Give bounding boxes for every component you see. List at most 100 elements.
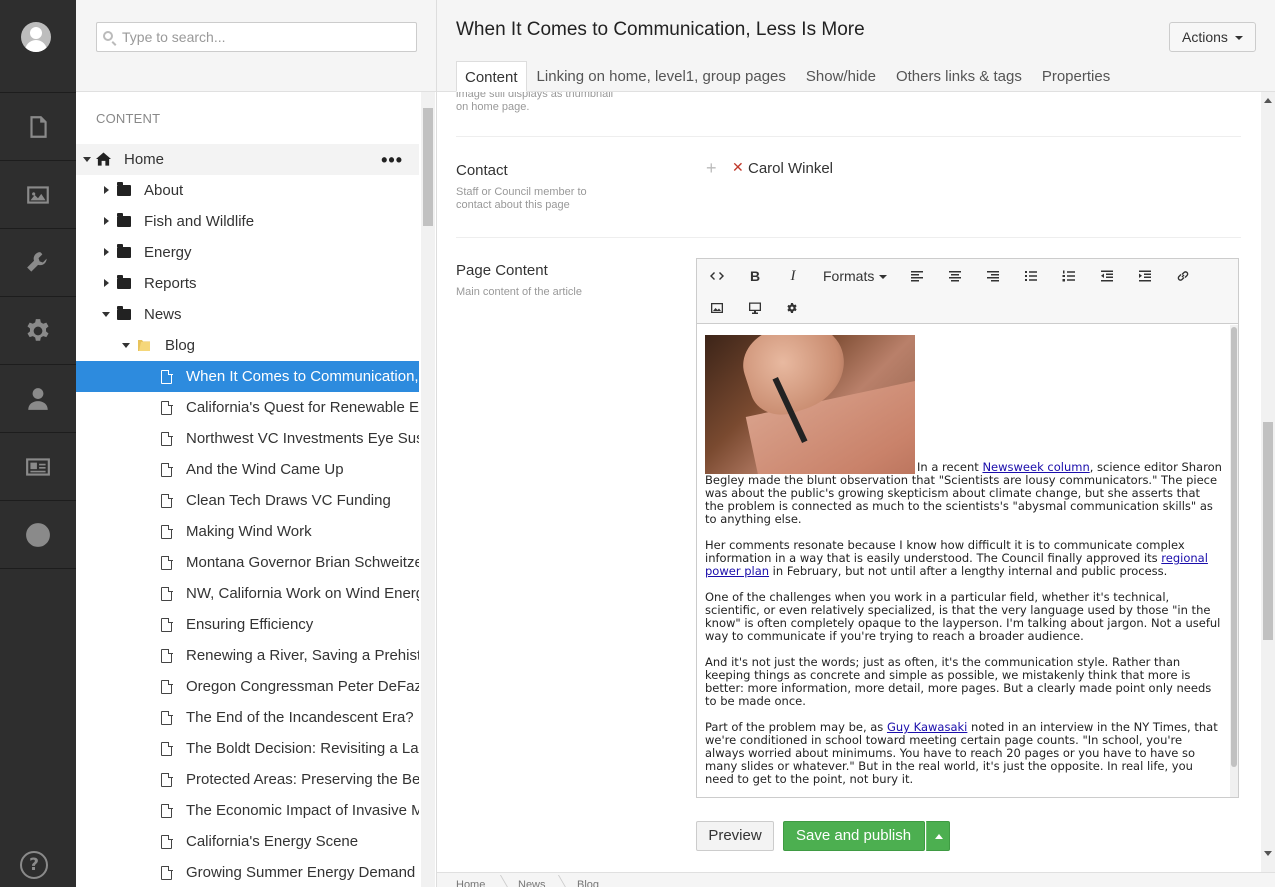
breadcrumb-news[interactable]: News bbox=[518, 879, 546, 887]
document-icon bbox=[161, 679, 173, 694]
insert-macro-button[interactable] bbox=[778, 295, 808, 321]
chevron-right-icon[interactable] bbox=[104, 279, 109, 287]
tree-item-folder[interactable]: Fish and Wildlife bbox=[76, 206, 419, 237]
tree-item-page[interactable]: California's Quest for Renewable Energy bbox=[76, 392, 419, 423]
nav-settings[interactable] bbox=[0, 296, 76, 364]
tab-others-links[interactable]: Others links & tags bbox=[886, 61, 1032, 92]
guy-kawasaki-link[interactable]: Guy Kawasaki bbox=[887, 720, 967, 734]
tree-item-page[interactable]: The Boldt Decision: Revisiting a Landmar… bbox=[76, 733, 419, 764]
tree-item-page[interactable]: Oregon Congressman Peter DeFazio bbox=[76, 671, 419, 702]
bold-button[interactable]: B bbox=[740, 263, 770, 289]
chevron-down-icon[interactable] bbox=[102, 312, 110, 317]
nav-users[interactable] bbox=[0, 364, 76, 432]
insert-image-button[interactable] bbox=[702, 295, 732, 321]
scrollbar-thumb[interactable] bbox=[423, 108, 433, 226]
tree-scrollbar[interactable] bbox=[421, 92, 435, 887]
save-and-publish-button[interactable]: Save and publish bbox=[783, 821, 925, 851]
tree-item-page[interactable]: Ensuring Efficiency bbox=[76, 609, 419, 640]
breadcrumb-home[interactable]: Home bbox=[456, 879, 485, 887]
tree-item-page[interactable]: Protected Areas: Preserving the Best bbox=[76, 764, 419, 795]
avatar[interactable] bbox=[21, 22, 51, 52]
main-scrollbar[interactable] bbox=[1261, 92, 1275, 872]
scrollbar-thumb[interactable] bbox=[1263, 422, 1273, 640]
align-center-button[interactable] bbox=[940, 263, 970, 289]
tree-item-folder[interactable]: Energy bbox=[76, 237, 419, 268]
images-icon bbox=[27, 185, 49, 204]
remove-icon[interactable]: ✕ bbox=[732, 159, 744, 176]
insert-media-button[interactable] bbox=[740, 295, 770, 321]
more-options-icon[interactable]: ••• bbox=[381, 150, 403, 171]
scrollbar-thumb[interactable] bbox=[1231, 327, 1237, 767]
help-icon[interactable]: ? bbox=[20, 851, 48, 879]
scroll-up-icon[interactable] bbox=[1264, 98, 1272, 103]
tree-item-folder[interactable]: About bbox=[76, 175, 419, 206]
tree-item-folder[interactable]: Reports bbox=[76, 268, 419, 299]
scroll-down-icon[interactable] bbox=[1264, 851, 1272, 856]
actions-button[interactable]: Actions bbox=[1169, 22, 1256, 52]
search-input[interactable]: Type to search... bbox=[96, 22, 417, 52]
add-icon[interactable]: + bbox=[706, 158, 717, 179]
tree-item-page[interactable]: Clean Tech Draws VC Funding bbox=[76, 485, 419, 516]
document-icon bbox=[161, 803, 173, 818]
tree-item-label: Blog bbox=[165, 337, 196, 354]
chevron-right-icon[interactable] bbox=[104, 248, 109, 256]
nav-developer[interactable] bbox=[0, 228, 76, 296]
document-icon bbox=[161, 400, 173, 415]
tab-properties[interactable]: Properties bbox=[1032, 61, 1120, 92]
chevron-down-icon[interactable] bbox=[83, 157, 91, 162]
tab-linking[interactable]: Linking on home, level1, group pages bbox=[527, 61, 796, 92]
tree-item-label: Protected Areas: Preserving the Best bbox=[186, 771, 419, 788]
page-title: When It Comes to Communication, Less Is … bbox=[456, 19, 865, 40]
tree-item-page[interactable]: NW, California Work on Wind Energy bbox=[76, 578, 419, 609]
nav-media[interactable] bbox=[0, 160, 76, 228]
tree-item-page[interactable]: Growing Summer Energy Demand bbox=[76, 857, 419, 887]
chevron-down-icon[interactable] bbox=[122, 343, 130, 348]
chevron-right-icon[interactable] bbox=[104, 217, 109, 225]
tree-item-selected-page[interactable]: When It Comes to Communication, Less Is … bbox=[76, 361, 419, 392]
align-left-button[interactable] bbox=[902, 263, 932, 289]
source-code-button[interactable] bbox=[702, 263, 732, 289]
formats-dropdown[interactable]: Formats bbox=[815, 263, 895, 289]
tree-item-label: Oregon Congressman Peter DeFazio bbox=[186, 678, 419, 695]
tree-item-page[interactable]: Renewing a River, Saving a Prehistoric bbox=[76, 640, 419, 671]
outdent-icon bbox=[1101, 270, 1113, 282]
editor-scrollbar[interactable] bbox=[1230, 325, 1238, 797]
contact-label: Contact bbox=[456, 162, 508, 179]
tab-content[interactable]: Content bbox=[456, 61, 527, 92]
preview-button[interactable]: Preview bbox=[696, 821, 774, 851]
breadcrumb-separator bbox=[548, 875, 568, 887]
align-right-button[interactable] bbox=[978, 263, 1008, 289]
tree-item-label: The Economic Impact of Invasive Mussels bbox=[186, 802, 419, 819]
article-image[interactable] bbox=[705, 335, 915, 474]
editor-body[interactable]: In a recent Newsweek column, science edi… bbox=[697, 325, 1230, 797]
tree-item-page[interactable]: Making Wind Work bbox=[76, 516, 419, 547]
tree-item-page[interactable]: Montana Governor Brian Schweitzer bbox=[76, 547, 419, 578]
insert-link-button[interactable] bbox=[1168, 263, 1198, 289]
tree-item-folder[interactable]: News bbox=[76, 299, 419, 330]
nav-translation[interactable] bbox=[0, 500, 76, 568]
bullet-list-button[interactable] bbox=[1016, 263, 1046, 289]
numbered-list-button[interactable] bbox=[1054, 263, 1084, 289]
indent-button[interactable] bbox=[1130, 263, 1160, 289]
publish-options-button[interactable] bbox=[926, 821, 950, 851]
tree-item-page[interactable]: The Economic Impact of Invasive Mussels bbox=[76, 795, 419, 826]
breadcrumb-blog[interactable]: Blog bbox=[577, 879, 599, 887]
nav-members[interactable] bbox=[0, 432, 76, 500]
field-description: image still displays as thumbnail on hom… bbox=[456, 92, 614, 113]
outdent-button[interactable] bbox=[1092, 263, 1122, 289]
tree-item-page[interactable]: Northwest VC Investments Eye Sustainabil… bbox=[76, 423, 419, 454]
newsweek-link[interactable]: Newsweek column bbox=[982, 460, 1089, 474]
tree-item-label: California's Energy Scene bbox=[186, 833, 359, 850]
avatar-body bbox=[25, 40, 47, 52]
tree-item-page[interactable]: The End of the Incandescent Era? bbox=[76, 702, 419, 733]
tree-item-page[interactable]: And the Wind Came Up bbox=[76, 454, 419, 485]
tree-item-page[interactable]: California's Energy Scene bbox=[76, 826, 419, 857]
nav-content[interactable] bbox=[0, 92, 76, 160]
tab-show-hide[interactable]: Show/hide bbox=[796, 61, 886, 92]
tree-item-blog[interactable]: Blog bbox=[76, 330, 419, 361]
tree-item-label: And the Wind Came Up bbox=[186, 461, 344, 478]
tree-item-home[interactable]: Home ••• bbox=[76, 144, 419, 175]
contact-value[interactable]: Carol Winkel bbox=[748, 160, 833, 177]
italic-button[interactable]: I bbox=[778, 263, 808, 289]
chevron-right-icon[interactable] bbox=[104, 186, 109, 194]
